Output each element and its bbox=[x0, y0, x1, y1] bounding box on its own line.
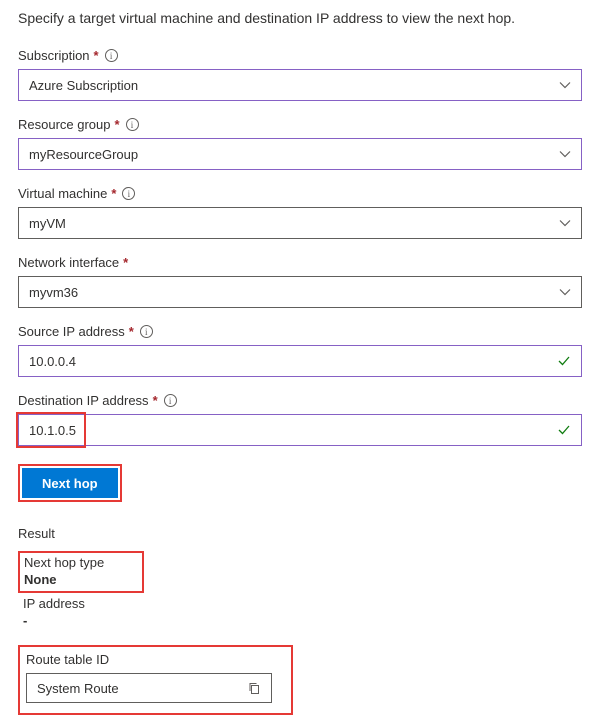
chevron-down-icon bbox=[559, 219, 571, 227]
resource-group-label: Resource group * i bbox=[18, 117, 582, 132]
instruction-text: Specify a target virtual machine and des… bbox=[18, 10, 582, 26]
route-table-value: System Route bbox=[37, 681, 119, 696]
ip-address-label: IP address bbox=[23, 596, 577, 611]
checkmark-icon bbox=[557, 423, 571, 437]
highlight-annotation: Route table ID System Route bbox=[18, 645, 293, 715]
resource-group-dropdown[interactable]: myResourceGroup bbox=[18, 138, 582, 170]
resource-group-label-text: Resource group bbox=[18, 117, 111, 132]
virtual-machine-label-text: Virtual machine bbox=[18, 186, 107, 201]
source-ip-value: 10.0.0.4 bbox=[29, 354, 557, 369]
result-heading: Result bbox=[18, 526, 582, 541]
ip-address-value: - bbox=[23, 613, 577, 628]
virtual-machine-field-group: Virtual machine * i myVM bbox=[18, 186, 582, 239]
virtual-machine-dropdown[interactable]: myVM bbox=[18, 207, 582, 239]
destination-ip-field-group: Destination IP address * i 10.1.0.5 bbox=[18, 393, 582, 446]
destination-ip-label-text: Destination IP address bbox=[18, 393, 149, 408]
source-ip-label: Source IP address * i bbox=[18, 324, 582, 339]
result-section: Result Next hop type None IP address - R… bbox=[18, 526, 582, 715]
network-interface-value: myvm36 bbox=[29, 285, 559, 300]
subscription-label-text: Subscription bbox=[18, 48, 90, 63]
required-asterisk: * bbox=[153, 393, 158, 408]
source-ip-label-text: Source IP address bbox=[18, 324, 125, 339]
source-ip-field-group: Source IP address * i 10.0.0.4 bbox=[18, 324, 582, 377]
network-interface-label: Network interface * bbox=[18, 255, 582, 270]
destination-ip-value: 10.1.0.5 bbox=[29, 423, 557, 438]
resource-group-field-group: Resource group * i myResourceGroup bbox=[18, 117, 582, 170]
subscription-label: Subscription * i bbox=[18, 48, 582, 63]
virtual-machine-label: Virtual machine * i bbox=[18, 186, 582, 201]
info-icon[interactable]: i bbox=[140, 325, 153, 338]
button-wrapper: Next hop bbox=[18, 464, 582, 502]
resource-group-value: myResourceGroup bbox=[29, 147, 559, 162]
subscription-field-group: Subscription * i Azure Subscription bbox=[18, 48, 582, 101]
required-asterisk: * bbox=[115, 117, 120, 132]
virtual-machine-value: myVM bbox=[29, 216, 559, 231]
info-icon[interactable]: i bbox=[164, 394, 177, 407]
source-ip-input[interactable]: 10.0.0.4 bbox=[18, 345, 582, 377]
route-table-label: Route table ID bbox=[26, 652, 285, 667]
required-asterisk: * bbox=[111, 186, 116, 201]
chevron-down-icon bbox=[559, 150, 571, 158]
info-icon[interactable]: i bbox=[122, 187, 135, 200]
required-asterisk: * bbox=[129, 324, 134, 339]
network-interface-dropdown[interactable]: myvm36 bbox=[18, 276, 582, 308]
route-table-value-box: System Route bbox=[26, 673, 272, 703]
next-hop-type-value: None bbox=[24, 572, 104, 587]
destination-ip-input[interactable]: 10.1.0.5 bbox=[18, 414, 582, 446]
subscription-dropdown[interactable]: Azure Subscription bbox=[18, 69, 582, 101]
next-hop-button[interactable]: Next hop bbox=[22, 468, 118, 498]
info-icon[interactable]: i bbox=[126, 118, 139, 131]
network-interface-label-text: Network interface bbox=[18, 255, 119, 270]
required-asterisk: * bbox=[94, 48, 99, 63]
ip-address-result: IP address - bbox=[18, 593, 582, 631]
info-icon[interactable]: i bbox=[105, 49, 118, 62]
checkmark-icon bbox=[557, 354, 571, 368]
highlight-annotation: Next hop type None bbox=[18, 551, 144, 593]
chevron-down-icon bbox=[559, 288, 571, 296]
network-interface-field-group: Network interface * myvm36 bbox=[18, 255, 582, 308]
next-hop-type-label: Next hop type bbox=[24, 555, 104, 570]
destination-ip-label: Destination IP address * i bbox=[18, 393, 582, 408]
subscription-value: Azure Subscription bbox=[29, 78, 559, 93]
required-asterisk: * bbox=[123, 255, 128, 270]
chevron-down-icon bbox=[559, 81, 571, 89]
copy-icon[interactable] bbox=[247, 681, 261, 695]
highlight-annotation: Next hop bbox=[18, 464, 122, 502]
